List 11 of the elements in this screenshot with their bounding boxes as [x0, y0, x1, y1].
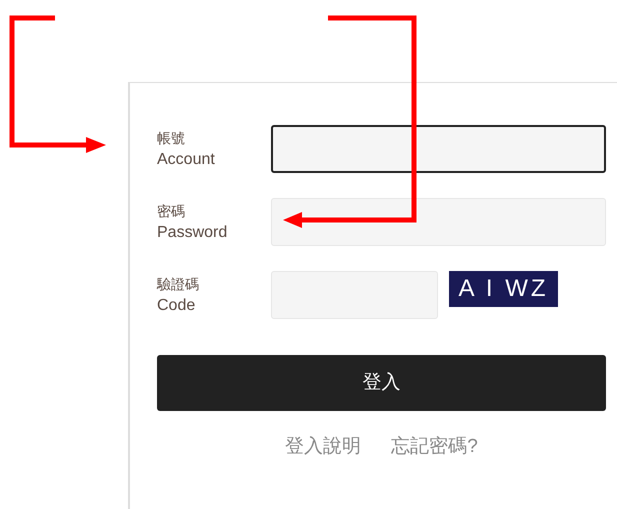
link[interactable]: 登入說明 — [285, 433, 362, 462]
field-label: Code — [157, 296, 196, 316]
field-label: Password — [157, 223, 228, 243]
login-button[interactable]: 登入 — [157, 355, 606, 411]
field-label: 帳號 — [157, 129, 186, 148]
link[interactable]: 忘記密碼? — [391, 433, 478, 462]
field-label: 密碼 — [157, 202, 186, 221]
captcha-image: A I WZ — [449, 271, 558, 307]
input-field[interactable] — [270, 125, 606, 173]
field-label: 驗證碼 — [157, 275, 200, 294]
field-label: Account — [157, 150, 216, 170]
